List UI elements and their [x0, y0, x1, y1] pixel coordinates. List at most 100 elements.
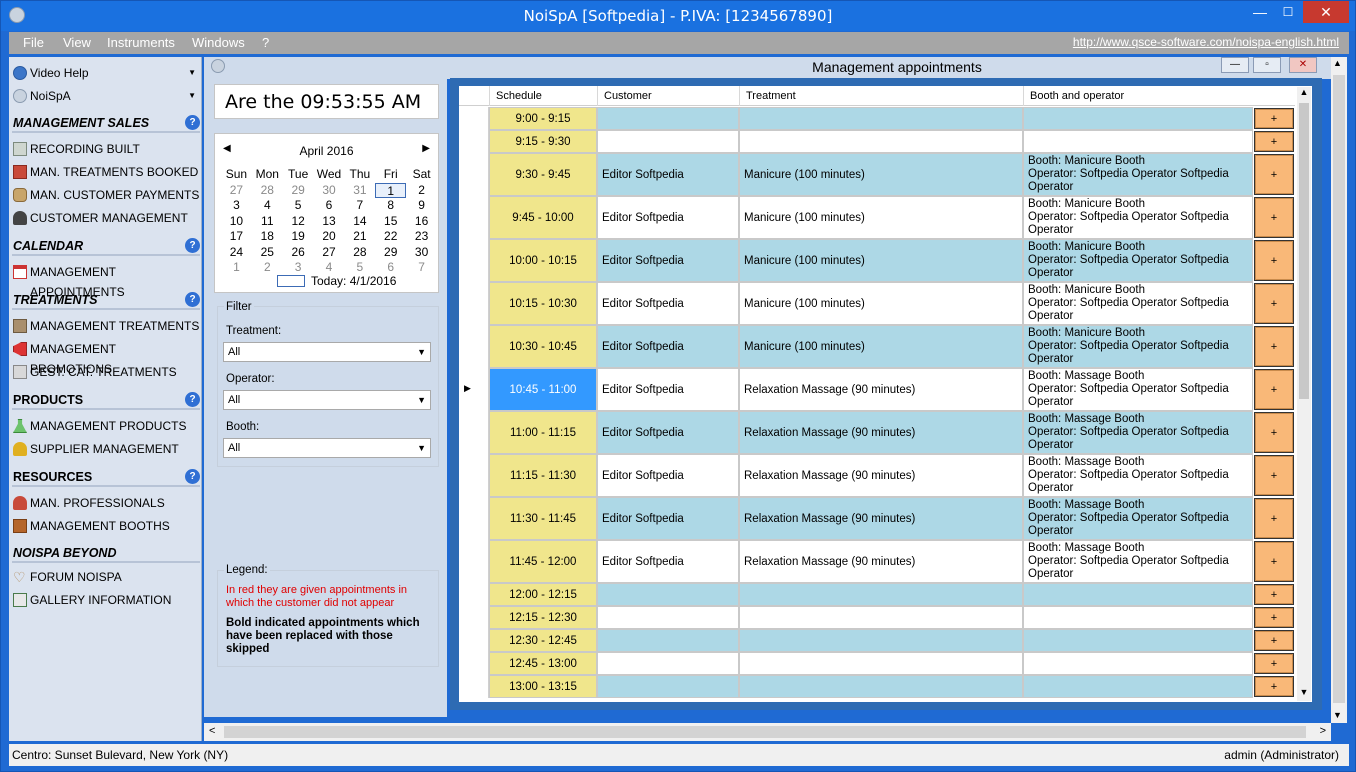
sidebar-item-management-products[interactable]: MANAGEMENT PRODUCTS	[12, 416, 200, 436]
table-row[interactable]: 11:30 - 11:45 Editor Softpedia Relaxation …	[459, 497, 1295, 540]
add-appointment-button[interactable]: +	[1254, 240, 1294, 281]
scroll-up-icon[interactable]: ▲	[1333, 58, 1342, 68]
customer-cell[interactable]	[597, 606, 739, 629]
customer-cell[interactable]: Editor Softpedia	[597, 368, 739, 411]
horizontal-scrollbar[interactable]: < >	[204, 723, 1331, 741]
column-header-booth[interactable]: Booth and operator	[1023, 86, 1253, 106]
sidebar-item-forum[interactable]: ♡ FORUM NOISPA	[12, 567, 200, 587]
sidebar-item-professionals[interactable]: MAN. PROFESSIONALS	[12, 493, 200, 513]
schedule-cell[interactable]: 9:45 - 10:00	[489, 196, 597, 239]
calendar-day[interactable]: 10	[221, 214, 252, 230]
schedule-cell[interactable]: 12:45 - 13:00	[489, 652, 597, 675]
calendar-day[interactable]: 18	[252, 229, 283, 245]
today-label[interactable]: Today: 4/1/2016	[311, 274, 396, 288]
booth-operator-cell[interactable]: Booth: Manicure Booth Operator: Softpedia…	[1023, 282, 1253, 325]
calendar-day[interactable]: 22	[375, 229, 406, 245]
close-button[interactable]: ✕	[1303, 1, 1349, 23]
calendar-day[interactable]: 4	[252, 198, 283, 214]
booth-operator-cell[interactable]	[1023, 130, 1253, 153]
add-appointment-button[interactable]: +	[1254, 653, 1294, 674]
table-row[interactable]: 9:30 - 9:45 Editor Softpedia Manicure (100…	[459, 153, 1295, 196]
treatment-cell[interactable]: Manicure (100 minutes)	[739, 282, 1023, 325]
schedule-cell[interactable]: 12:30 - 12:45	[489, 629, 597, 652]
calendar-day-selected[interactable]: 1	[375, 182, 407, 198]
add-appointment-button[interactable]: +	[1254, 630, 1294, 651]
calendar-day[interactable]: 17	[221, 229, 252, 245]
customer-cell[interactable]: Editor Softpedia	[597, 282, 739, 325]
table-row[interactable]: 9:45 - 10:00 Editor Softpedia Manicure (10…	[459, 196, 1295, 239]
website-link[interactable]: http://www.qsce-software.com/noispa-engl…	[1073, 35, 1339, 49]
table-row[interactable]: 10:00 - 10:15 Editor Softpedia Manicure (1…	[459, 239, 1295, 282]
scroll-thumb[interactable]	[1299, 103, 1309, 399]
calendar-day[interactable]: 1	[221, 260, 252, 276]
customer-cell[interactable]: Editor Softpedia	[597, 239, 739, 282]
treatment-cell[interactable]	[739, 107, 1023, 130]
table-row[interactable]: ▶ 10:45 - 11:00 Editor Softpedia Relaxation…	[459, 368, 1295, 411]
minimize-button[interactable]: —	[1247, 1, 1273, 23]
add-appointment-button[interactable]: +	[1254, 131, 1294, 152]
outer-vertical-scrollbar[interactable]: ▲ ▼	[1331, 57, 1347, 723]
calendar-day[interactable]: 28	[344, 245, 375, 261]
calendar-day[interactable]: 21	[344, 229, 375, 245]
schedule-cell[interactable]: 12:00 - 12:15	[489, 583, 597, 606]
add-appointment-button[interactable]: +	[1254, 498, 1294, 539]
operator-select[interactable]: All ▼	[223, 390, 431, 410]
row-selector[interactable]	[459, 629, 489, 652]
child-restore-button[interactable]: ▫	[1253, 57, 1281, 73]
calendar-day[interactable]: 6	[314, 198, 345, 214]
table-row[interactable]: 11:00 - 11:15 Editor Softpedia Relaxation …	[459, 411, 1295, 454]
customer-cell[interactable]: Editor Softpedia	[597, 196, 739, 239]
menu-windows[interactable]: Windows	[192, 35, 245, 50]
calendar-day[interactable]: 29	[375, 245, 406, 261]
sidebar-item-supplier-management[interactable]: SUPPLIER MANAGEMENT	[12, 439, 200, 459]
customer-cell[interactable]: Editor Softpedia	[597, 325, 739, 368]
calendar-day[interactable]: 25	[252, 245, 283, 261]
scroll-thumb[interactable]	[1333, 75, 1345, 703]
row-selector[interactable]	[459, 239, 489, 282]
add-appointment-button[interactable]: +	[1254, 455, 1294, 496]
add-appointment-button[interactable]: +	[1254, 283, 1294, 324]
treatment-cell[interactable]: Relaxation Massage (90 minutes)	[739, 454, 1023, 497]
column-header-schedule[interactable]: Schedule	[489, 86, 597, 106]
row-selector[interactable]	[459, 282, 489, 325]
sidebar-item-category-treatments[interactable]: GEST. CAT. TREATMENTS	[12, 362, 200, 382]
table-row[interactable]: 11:15 - 11:30 Editor Softpedia Relaxation …	[459, 454, 1295, 497]
add-appointment-button[interactable]: +	[1254, 154, 1294, 195]
add-appointment-button[interactable]: +	[1254, 197, 1294, 238]
booth-operator-cell[interactable]: Booth: Massage Booth Operator: Softpedia …	[1023, 454, 1253, 497]
calendar-day[interactable]: 13	[314, 214, 345, 230]
row-selector[interactable]	[459, 130, 489, 153]
column-header-customer[interactable]: Customer	[597, 86, 739, 106]
treatment-cell[interactable]: Manicure (100 minutes)	[739, 153, 1023, 196]
add-appointment-button[interactable]: +	[1254, 607, 1294, 628]
treatment-cell[interactable]: Relaxation Massage (90 minutes)	[739, 411, 1023, 454]
booth-operator-cell[interactable]	[1023, 583, 1253, 606]
row-selector[interactable]	[459, 583, 489, 606]
treatment-cell[interactable]: Relaxation Massage (90 minutes)	[739, 368, 1023, 411]
scroll-left-icon[interactable]: <	[209, 725, 215, 737]
grid-vertical-scrollbar[interactable]: ▲ ▼	[1297, 87, 1311, 701]
booth-operator-cell[interactable]: Booth: Massage Booth Operator: Softpedia …	[1023, 411, 1253, 454]
calendar-day[interactable]: 16	[406, 214, 437, 230]
calendar-day[interactable]: 19	[283, 229, 314, 245]
table-row[interactable]: 13:00 - 13:15 +	[459, 675, 1295, 698]
calendar-day[interactable]: 14	[344, 214, 375, 230]
calendar-day[interactable]: 15	[375, 214, 406, 230]
schedule-cell[interactable]: 10:15 - 10:30	[489, 282, 597, 325]
row-selector[interactable]: ▶	[459, 368, 489, 411]
schedule-cell[interactable]: 13:00 - 13:15	[489, 675, 597, 698]
child-window-icon[interactable]	[211, 59, 225, 73]
treatment-cell[interactable]: Manicure (100 minutes)	[739, 325, 1023, 368]
add-appointment-button[interactable]: +	[1254, 108, 1294, 129]
treatment-cell[interactable]: Relaxation Massage (90 minutes)	[739, 497, 1023, 540]
treatment-cell[interactable]	[739, 130, 1023, 153]
customer-cell[interactable]	[597, 583, 739, 606]
booth-operator-cell[interactable]	[1023, 107, 1253, 130]
treatment-cell[interactable]	[739, 629, 1023, 652]
calendar-day[interactable]: 12	[283, 214, 314, 230]
scroll-thumb[interactable]	[224, 726, 1306, 738]
calendar-day[interactable]: 31	[344, 183, 375, 199]
row-selector[interactable]	[459, 196, 489, 239]
booth-operator-cell[interactable]: Booth: Manicure Booth Operator: Softpedia…	[1023, 239, 1253, 282]
help-icon[interactable]: ?	[185, 469, 200, 484]
